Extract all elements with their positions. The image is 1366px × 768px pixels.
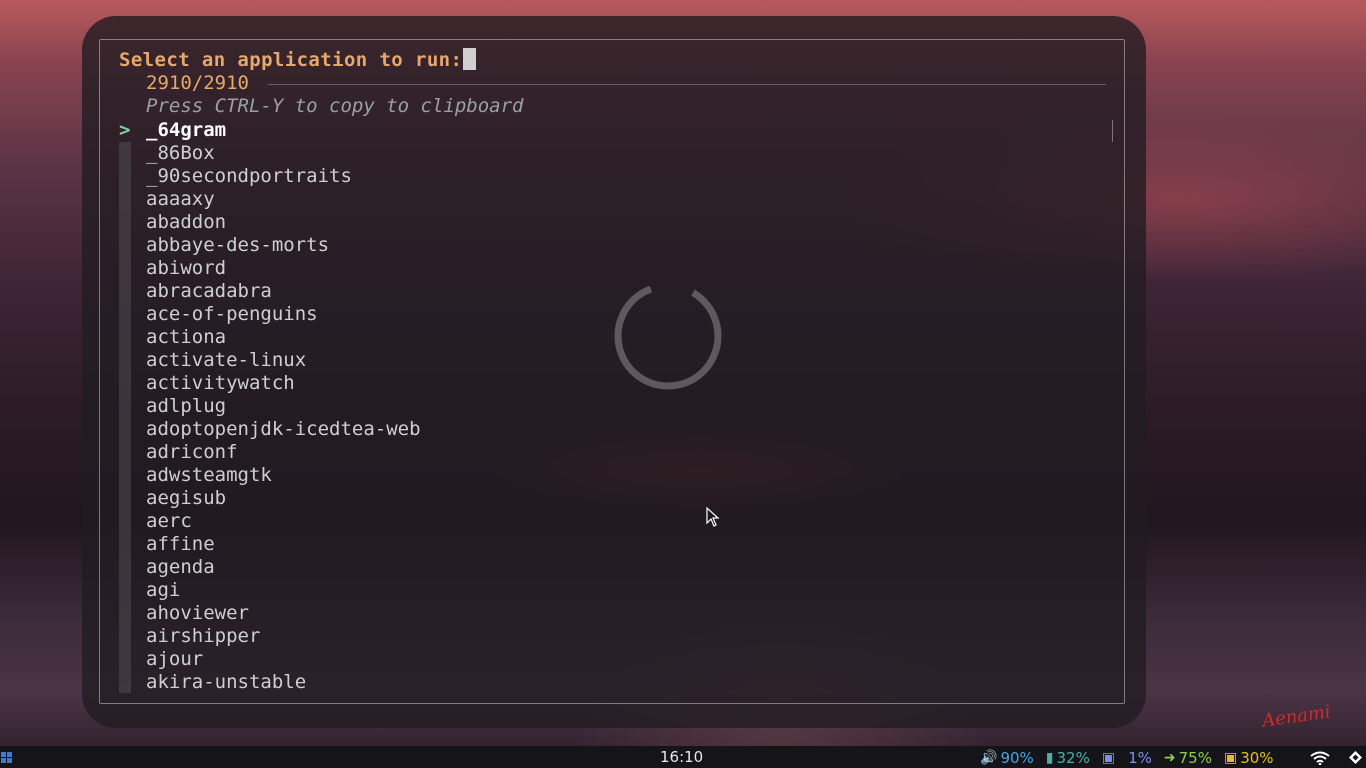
scrollbar[interactable] — [1112, 120, 1113, 142]
start-menu-icon[interactable] — [1, 752, 12, 763]
header-divider — [268, 84, 1106, 85]
speaker-icon: 🔊 — [980, 750, 998, 766]
list-item-label: airshipper — [146, 625, 261, 647]
list-item-label: adriconf — [146, 441, 238, 463]
memory-value: 32% — [1056, 749, 1090, 767]
selection-marker: > — [119, 119, 131, 141]
brightness-indicator[interactable]: ▣ 30% — [1224, 749, 1274, 767]
mouse-pointer-icon — [706, 507, 720, 527]
list-item-label: abiword — [146, 257, 227, 279]
prompt-input[interactable]: Select an application to run: — [119, 48, 477, 71]
diamond-menu-icon[interactable] — [1349, 751, 1362, 764]
volume-value: 90% — [1000, 749, 1034, 767]
list-item-label: affine — [146, 533, 215, 555]
brightness-value: 30% — [1240, 749, 1274, 767]
clipboard-hint: Press CTRL-Y to copy to clipboard — [146, 95, 524, 117]
list-item-label: aerc — [146, 510, 192, 532]
list-gutter — [119, 142, 131, 693]
list-item-label: akira-unstable — [146, 671, 307, 693]
list-item-label: aegisub — [146, 487, 227, 509]
list-item-label: abaddon — [146, 211, 227, 233]
list-item-label: activate-linux — [146, 349, 307, 371]
match-counter: 2910/2910 — [146, 72, 249, 94]
brightness-icon: ▣ — [1223, 750, 1238, 766]
taskbar: 16:10 🔊 90% ▮ 32% ▣ 1% ➜ 75% ▣ 30% — [0, 746, 1366, 768]
wifi-icon[interactable] — [1310, 751, 1330, 765]
list-item-label: agi — [146, 579, 181, 601]
list-item-label: ajour — [146, 648, 204, 670]
cpu-icon: ▣ — [1101, 750, 1116, 766]
list-item-label: abbaye-des-morts — [146, 234, 330, 256]
cpu-indicator[interactable]: ▣ 1% — [1102, 749, 1152, 767]
list-item-label: adoptopenjdk-icedtea-web — [146, 418, 421, 440]
list-item-label: abracadabra — [146, 280, 272, 302]
memory-indicator[interactable]: ▮ 32% — [1046, 749, 1090, 767]
loading-spinner-icon — [614, 282, 722, 390]
list-item-label: _90secondportraits — [146, 165, 352, 187]
wallpaper-signature: Aenami — [1260, 701, 1332, 732]
list-item-label: aaaaxy — [146, 188, 215, 210]
battery-value: 75% — [1178, 749, 1212, 767]
system-tray: 🔊 90% ▮ 32% ▣ 1% ➜ 75% ▣ 30% — [980, 748, 1286, 768]
list-item-label: adlplug — [146, 395, 227, 417]
list-item-label: ahoviewer — [146, 602, 249, 624]
volume-indicator[interactable]: 🔊 90% — [980, 749, 1034, 767]
battery-indicator[interactable]: ➜ 75% — [1164, 749, 1212, 767]
list-item-label: _64gram — [146, 119, 227, 141]
memory-icon: ▮ — [1045, 750, 1054, 766]
battery-plug-icon: ➜ — [1163, 750, 1176, 766]
list-item-label: agenda — [146, 556, 215, 578]
clock[interactable]: 16:10 — [660, 748, 703, 766]
list-item-label: activitywatch — [146, 372, 295, 394]
list-item-label: adwsteamgtk — [146, 464, 272, 486]
list-item-label: _86Box — [146, 142, 215, 164]
prompt-label: Select an application to run: — [119, 49, 463, 71]
cpu-value: 1% — [1128, 749, 1152, 767]
text-cursor — [463, 48, 477, 70]
list-item-label: actiona — [146, 326, 227, 348]
list-item-label: ace-of-penguins — [146, 303, 318, 325]
